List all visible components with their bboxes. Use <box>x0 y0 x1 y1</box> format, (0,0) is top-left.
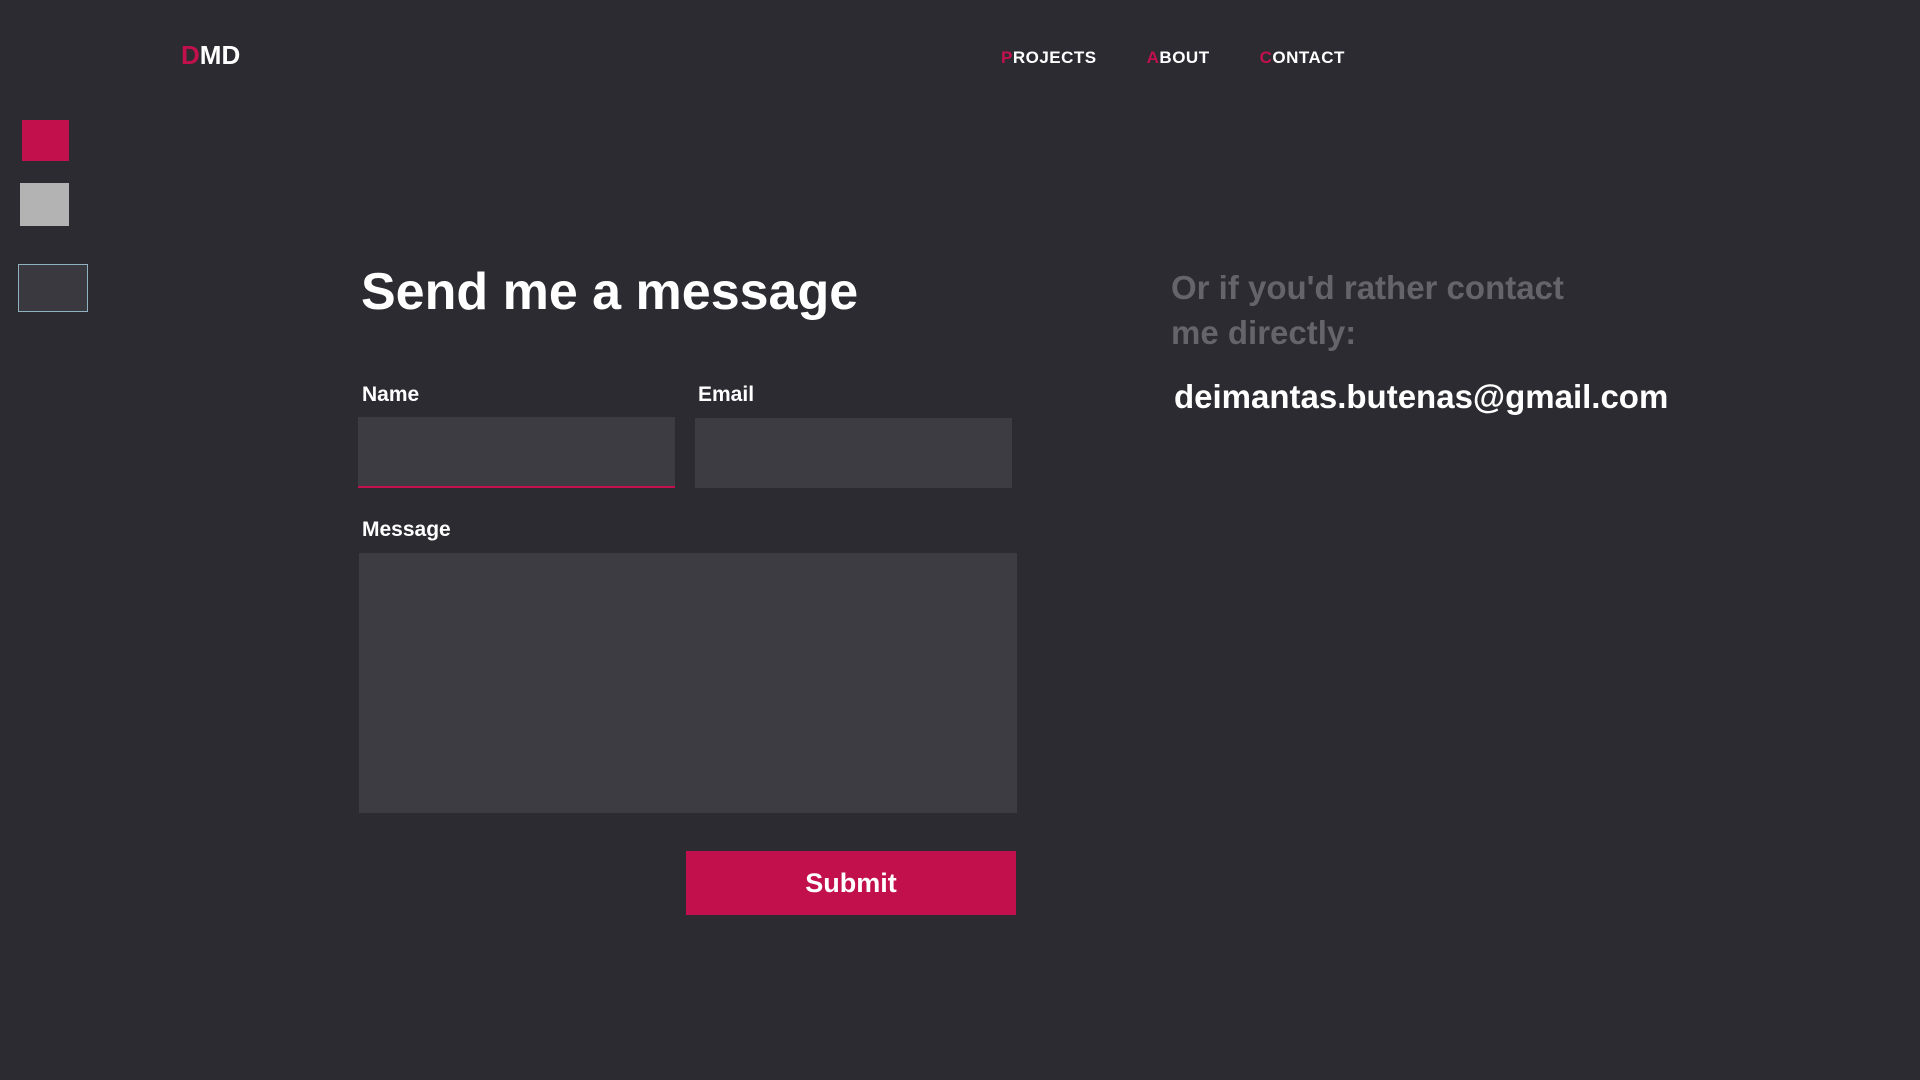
email-input[interactable] <box>695 418 1012 488</box>
name-label: Name <box>362 383 420 406</box>
nav-contact[interactable]: CONTACT <box>1260 48 1345 68</box>
theme-swatch-accent[interactable] <box>22 120 69 161</box>
theme-swatch-dark[interactable] <box>18 264 88 312</box>
message-textarea[interactable] <box>359 553 1017 813</box>
nav-contact-label: ONTACT <box>1272 48 1345 67</box>
contact-email-link[interactable]: deimantas.butenas@gmail.com <box>1174 378 1668 416</box>
email-label: Email <box>698 383 755 406</box>
nav-projects[interactable]: PROJECTS <box>1001 48 1097 68</box>
direct-contact-heading: Or if you'd rather contact me directly: <box>1171 269 1564 351</box>
form-heading: Send me a message <box>361 263 859 321</box>
message-label: Message <box>362 518 451 541</box>
nav-about-accent-letter: A <box>1146 48 1160 67</box>
site-logo[interactable]: DMD <box>181 40 240 71</box>
logo-accent-letter: D <box>181 40 200 70</box>
nav-about-label: BOUT <box>1159 48 1210 67</box>
contact-page: DMD PROJECTS ABOUT CONTACT Send me a mes… <box>0 0 1920 1080</box>
theme-swatch-light[interactable] <box>20 183 69 226</box>
nav-about[interactable]: ABOUT <box>1147 48 1210 68</box>
submit-button[interactable]: Submit <box>686 851 1016 915</box>
main-nav: PROJECTS ABOUT CONTACT <box>1001 48 1395 68</box>
name-input[interactable] <box>358 417 675 488</box>
logo-text: MD <box>199 40 241 70</box>
nav-projects-accent-letter: P <box>1001 48 1013 67</box>
nav-contact-accent-letter: C <box>1259 48 1273 67</box>
nav-projects-label: ROJECTS <box>1012 48 1097 67</box>
